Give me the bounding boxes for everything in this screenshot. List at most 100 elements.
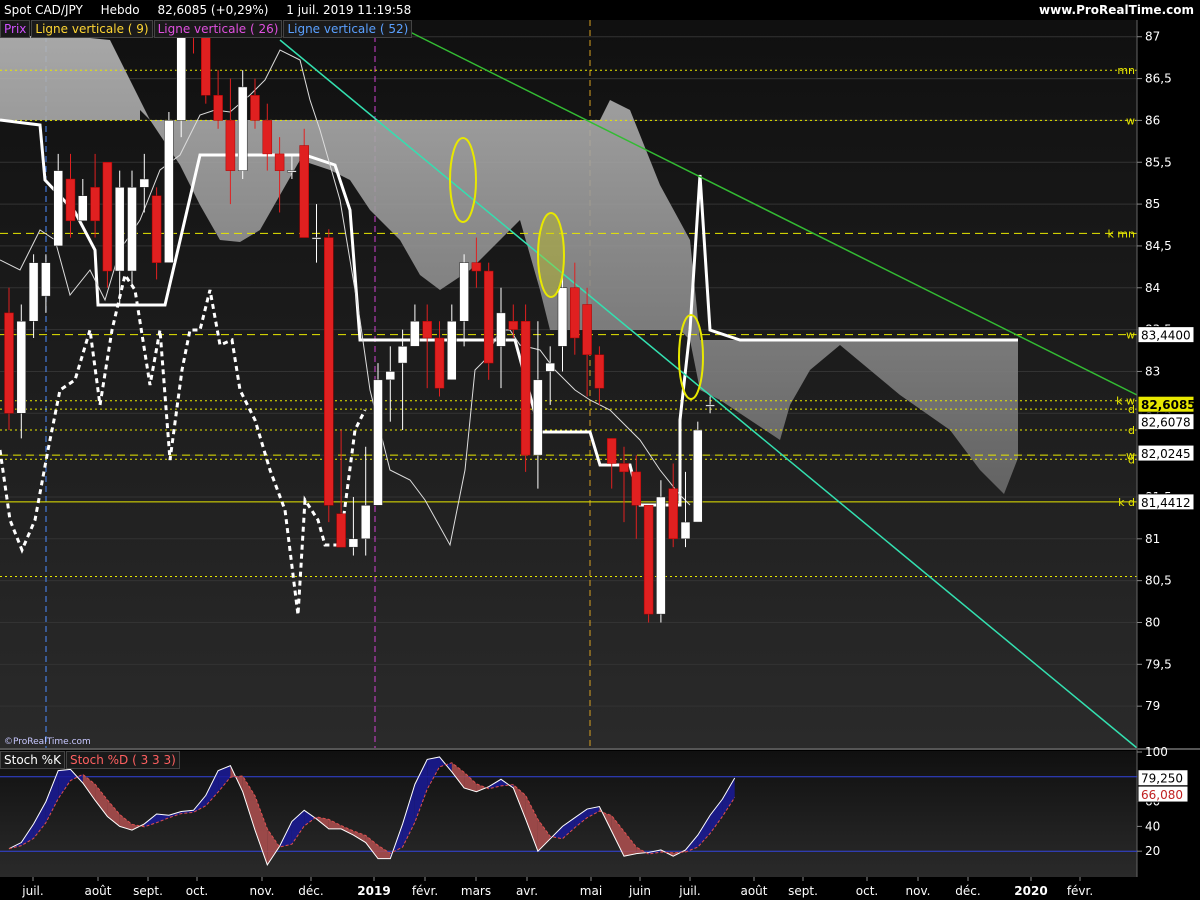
legend-stoch-k[interactable]: Stoch %K (0, 751, 65, 769)
candle-body (324, 237, 334, 506)
price-tick-label: 80,5 (1145, 574, 1172, 588)
candle-body (385, 371, 396, 381)
candle-body (28, 262, 39, 322)
time-tick-label: sept. (788, 884, 818, 898)
level-label: mn (1117, 64, 1135, 77)
candle-body (668, 488, 678, 540)
time-tick-label: juil. (21, 884, 43, 898)
price-tick-label: 85 (1145, 197, 1160, 211)
candle-body (176, 28, 186, 121)
candle-body (570, 287, 580, 339)
candle-body (471, 262, 482, 272)
price-tick-label: 87 (1145, 30, 1160, 44)
candle-body (360, 505, 371, 540)
candle-body (348, 538, 359, 548)
price-badge-text: 82,6085 (1141, 398, 1196, 412)
time-tick-label: juin (628, 884, 651, 898)
candle-body (41, 262, 51, 297)
price-tick-label: 79 (1145, 699, 1160, 713)
level-label: k mn (1107, 227, 1135, 240)
time-tick-label: oct. (856, 884, 878, 898)
candle-body (65, 178, 76, 222)
candle-body (410, 320, 420, 347)
candle-body (78, 195, 88, 222)
candle-body (114, 187, 125, 272)
price-axis: 8786,58685,58584,58483,58382,58281,58180… (1137, 30, 1172, 713)
level-label: d (1128, 403, 1135, 416)
candle-body (483, 270, 494, 364)
price-badge-text: 81,4412 (1141, 496, 1191, 510)
legend-vertical-9[interactable]: Ligne verticale ( 9) (31, 20, 153, 38)
time-tick-label: févr. (1067, 884, 1093, 898)
candle-body (680, 521, 691, 540)
price-badge-text: 82,6078 (1141, 416, 1191, 430)
candle-body (693, 429, 703, 523)
price-tick-label: 80 (1145, 615, 1160, 629)
stoch-badge-text: 66,080 (1141, 788, 1183, 802)
candle-body (631, 471, 642, 506)
candle-body (422, 320, 432, 339)
candle-body (496, 312, 506, 347)
candle-body (151, 195, 162, 263)
candle-body (459, 262, 469, 322)
legend-vertical-26[interactable]: Ligne verticale ( 26) (153, 20, 283, 38)
level-label: d (1128, 424, 1135, 437)
level-label: k d (1118, 496, 1135, 509)
time-tick-label: sept. (133, 884, 163, 898)
candle-body (520, 320, 531, 456)
copyright-label: ©ProRealTime.com (4, 737, 91, 747)
time-tick-label: févr. (412, 884, 438, 898)
price-badges: 83,4400 82,6085 82,6078 82,0245 81,4412 (1137, 326, 1196, 511)
candle-body (213, 95, 223, 121)
time-tick-label: déc. (955, 884, 980, 898)
legend-prix[interactable]: Prix (0, 20, 31, 38)
candle-body (262, 120, 273, 155)
legend-vertical-52[interactable]: Ligne verticale ( 52) (283, 20, 413, 38)
stoch-pane-background (0, 751, 1137, 877)
time-tick-label: nov. (250, 884, 275, 898)
time-tick-label: 2020 (1014, 884, 1047, 898)
price-badge-text: 83,4400 (1141, 329, 1191, 343)
candle-body (250, 95, 260, 121)
stoch-tick-label: 100 (1145, 745, 1168, 759)
candle-body (164, 120, 174, 263)
time-tick-label: mars (461, 884, 491, 898)
candle-body (643, 505, 654, 615)
candle-body (274, 153, 285, 171)
time-tick-label: août (740, 884, 767, 898)
indicator-legend: Prix Ligne verticale ( 9) Ligne verticale … (0, 20, 413, 38)
price-tick-label: 85,5 (1145, 155, 1172, 169)
candle-body (139, 178, 150, 188)
price-tick-label: 84,5 (1145, 239, 1172, 253)
stoch-legend: Stoch %K Stoch %D ( 3 3 3) (0, 751, 181, 769)
candle-body (434, 337, 445, 389)
time-tick-label: déc. (298, 884, 323, 898)
candle-body (53, 170, 63, 247)
price-tick-label: 83 (1145, 364, 1160, 378)
candle-body (508, 320, 519, 330)
candle-body (237, 86, 248, 171)
time-axis: juil. août sept. oct. nov. déc. 2019 févr. mars a… (21, 877, 1093, 898)
price-tick-label: 84 (1145, 281, 1160, 295)
candle-body (102, 162, 113, 272)
highlight-ellipse-2 (537, 212, 565, 298)
candle-body (447, 320, 457, 381)
candle-body (287, 170, 297, 173)
time-tick-label: 2019 (357, 884, 390, 898)
candle-body (201, 36, 211, 96)
time-tick-label: mai (580, 884, 602, 898)
level-label: w (1126, 329, 1135, 342)
legend-stoch-d[interactable]: Stoch %D ( 3 3 3) (65, 751, 180, 769)
candle-body (545, 362, 555, 372)
candle-body (533, 379, 543, 456)
candle-body (582, 304, 592, 355)
candle-body (311, 237, 322, 240)
candle-body (299, 145, 309, 238)
level-label: w (1126, 114, 1135, 127)
time-tick-label: oct. (186, 884, 208, 898)
candle-body (594, 354, 605, 389)
candle-body (336, 513, 346, 548)
price-tick-label: 79,5 (1145, 657, 1172, 671)
stoch-tick-label: 20 (1145, 844, 1160, 858)
candle-body (557, 287, 568, 347)
